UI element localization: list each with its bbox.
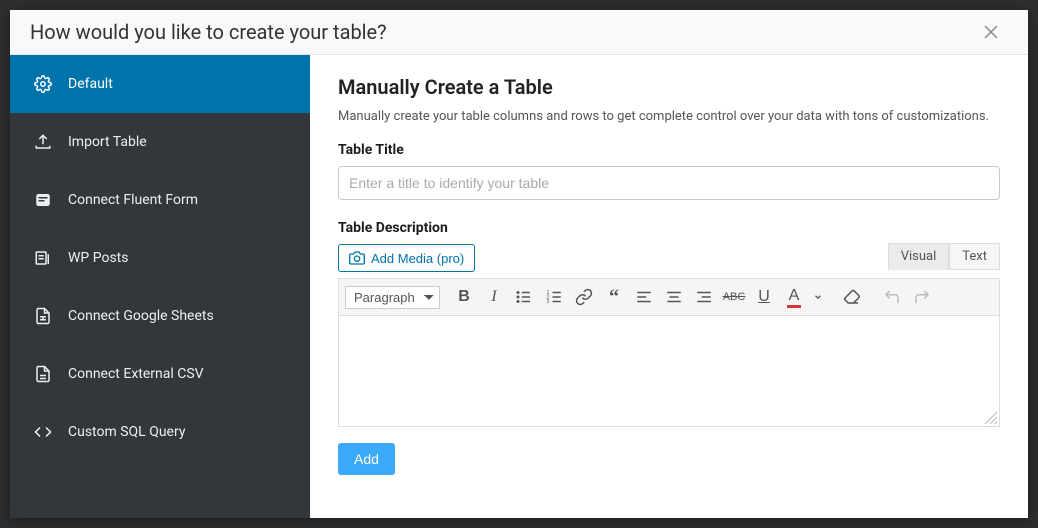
tab-visual[interactable]: Visual bbox=[888, 243, 950, 270]
chevron-down-icon bbox=[813, 292, 823, 302]
numbered-list-button[interactable]: 123 bbox=[540, 283, 568, 311]
numbered-list-icon: 123 bbox=[545, 288, 563, 306]
strikethrough-button[interactable]: ABC bbox=[720, 283, 748, 311]
sidebar-item-fluent-form[interactable]: Connect Fluent Form bbox=[10, 171, 310, 229]
underline-button[interactable]: U bbox=[750, 283, 778, 311]
sidebar-item-label: Default bbox=[68, 76, 113, 92]
clear-formatting-button[interactable] bbox=[838, 283, 866, 311]
resize-handle[interactable] bbox=[984, 411, 998, 425]
svg-text:3: 3 bbox=[547, 299, 550, 305]
italic-icon: I bbox=[491, 288, 496, 306]
editor-textarea[interactable] bbox=[339, 316, 999, 426]
gear-icon bbox=[34, 75, 52, 93]
align-right-icon bbox=[695, 288, 713, 306]
bold-icon: B bbox=[458, 288, 470, 306]
bullet-list-button[interactable] bbox=[510, 283, 538, 311]
modal-body: Default Import Table Connect Fluent Form… bbox=[10, 55, 1028, 518]
bullet-list-icon bbox=[515, 288, 533, 306]
redo-icon bbox=[913, 288, 931, 306]
underline-icon: U bbox=[758, 288, 770, 306]
code-icon bbox=[34, 423, 52, 441]
text-color-icon: A bbox=[787, 287, 802, 308]
close-button[interactable] bbox=[984, 20, 1008, 44]
upload-icon bbox=[34, 133, 52, 151]
modal-header: How would you like to create your table? bbox=[10, 10, 1028, 55]
eraser-icon bbox=[843, 288, 861, 306]
blockquote-button[interactable]: “ bbox=[600, 283, 628, 311]
sidebar-item-google-sheets[interactable]: Connect Google Sheets bbox=[10, 287, 310, 345]
sidebar-item-label: Connect Google Sheets bbox=[68, 308, 214, 324]
add-button[interactable]: Add bbox=[338, 443, 395, 475]
undo-icon bbox=[883, 288, 901, 306]
align-center-icon bbox=[665, 288, 683, 306]
text-color-button[interactable]: A bbox=[780, 283, 808, 311]
sidebar-item-label: Connect Fluent Form bbox=[68, 192, 198, 208]
strikethrough-icon: ABC bbox=[723, 291, 746, 303]
posts-icon bbox=[34, 249, 52, 267]
form-icon bbox=[34, 191, 52, 209]
sidebar-item-default[interactable]: Default bbox=[10, 55, 310, 113]
editor-toolbar: Paragraph B I 123 “ bbox=[339, 279, 999, 316]
csv-icon bbox=[34, 365, 52, 383]
align-center-button[interactable] bbox=[660, 283, 688, 311]
italic-button[interactable]: I bbox=[480, 283, 508, 311]
tab-text[interactable]: Text bbox=[949, 243, 1000, 270]
redo-button[interactable] bbox=[908, 283, 936, 311]
align-right-button[interactable] bbox=[690, 283, 718, 311]
sidebar-item-label: Custom SQL Query bbox=[68, 424, 185, 440]
editor-tabs: Visual Text bbox=[888, 243, 1000, 270]
modal-title: How would you like to create your table? bbox=[30, 20, 387, 44]
align-left-button[interactable] bbox=[630, 283, 658, 311]
close-icon bbox=[984, 25, 998, 39]
align-left-icon bbox=[635, 288, 653, 306]
sidebar-item-label: WP Posts bbox=[68, 250, 128, 266]
sheets-icon bbox=[34, 307, 52, 325]
sidebar-item-external-csv[interactable]: Connect External CSV bbox=[10, 345, 310, 403]
format-select[interactable]: Paragraph bbox=[345, 286, 440, 309]
sidebar-item-label: Import Table bbox=[68, 134, 147, 150]
link-icon bbox=[575, 288, 593, 306]
table-title-label: Table Title bbox=[338, 142, 1000, 158]
create-table-modal: How would you like to create your table?… bbox=[10, 10, 1028, 518]
content-title: Manually Create a Table bbox=[338, 75, 1000, 99]
bold-button[interactable]: B bbox=[450, 283, 478, 311]
add-media-button[interactable]: Add Media (pro) bbox=[338, 244, 475, 272]
text-color-dropdown[interactable] bbox=[810, 283, 826, 311]
sidebar-item-sql-query[interactable]: Custom SQL Query bbox=[10, 403, 310, 461]
quote-icon: “ bbox=[609, 287, 619, 307]
sidebar-item-wp-posts[interactable]: WP Posts bbox=[10, 229, 310, 287]
link-button[interactable] bbox=[570, 283, 598, 311]
media-icon bbox=[349, 250, 365, 266]
table-title-input[interactable] bbox=[338, 166, 1000, 200]
table-description-label: Table Description bbox=[338, 220, 1000, 236]
add-media-label: Add Media (pro) bbox=[371, 251, 464, 266]
sidebar-item-label: Connect External CSV bbox=[68, 366, 204, 382]
content-description: Manually create your table columns and r… bbox=[338, 109, 1000, 124]
sidebar-item-import-table[interactable]: Import Table bbox=[10, 113, 310, 171]
sidebar: Default Import Table Connect Fluent Form… bbox=[10, 55, 310, 518]
content-panel: Manually Create a Table Manually create … bbox=[310, 55, 1028, 518]
undo-button[interactable] bbox=[878, 283, 906, 311]
rich-text-editor: Paragraph B I 123 “ bbox=[338, 278, 1000, 427]
